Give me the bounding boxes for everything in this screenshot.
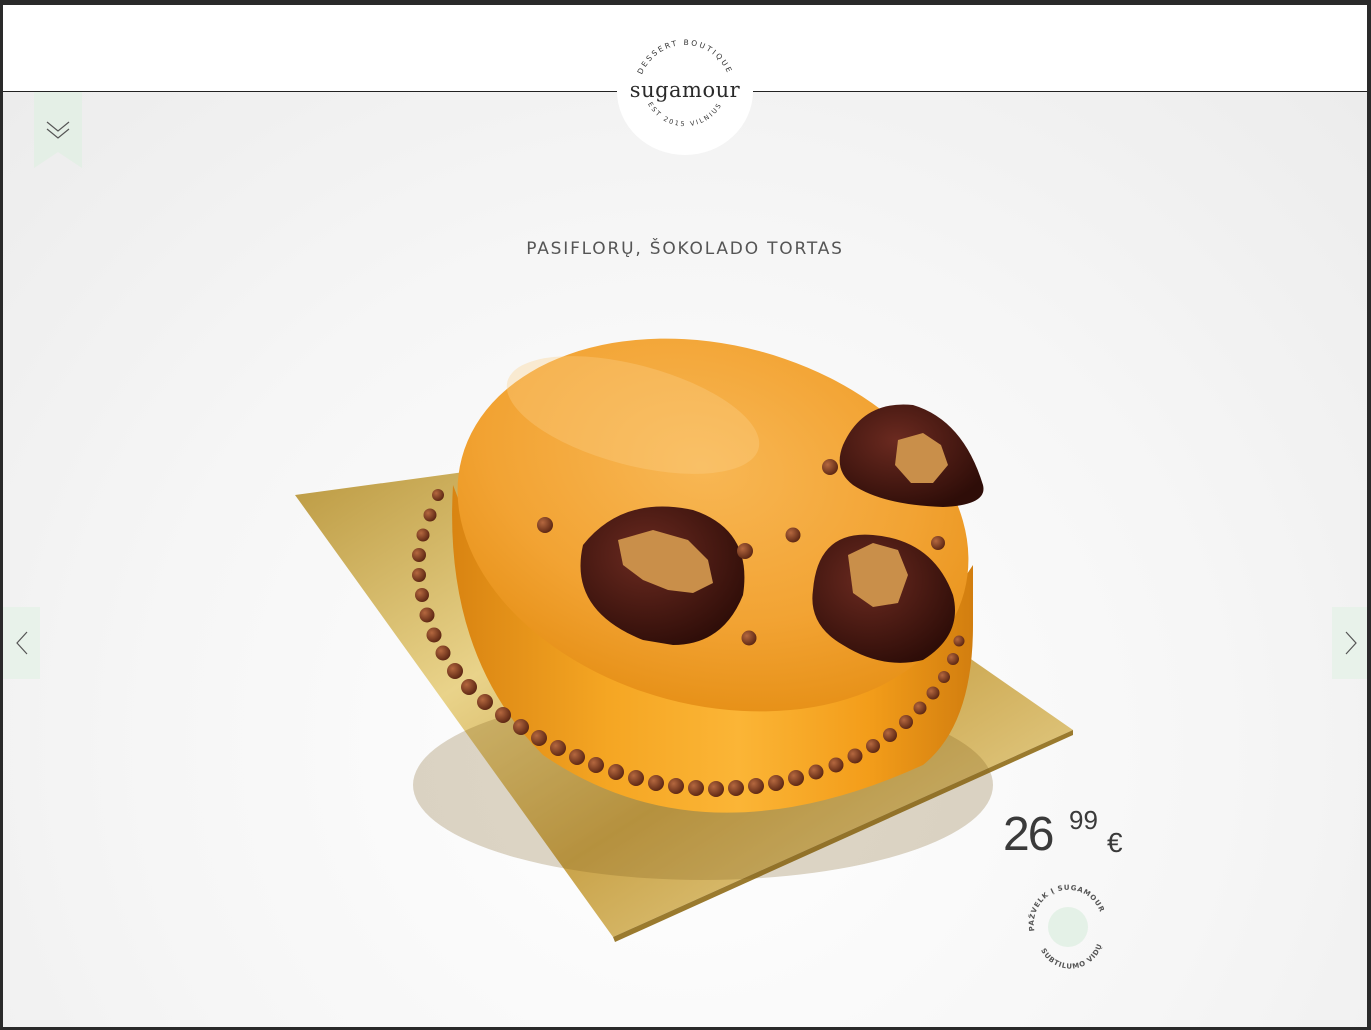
product-title: PASIFLORŲ, ŠOKOLADO TORTAS [526,239,844,259]
price-main: 26 [1003,808,1054,861]
header-divider-right [753,91,1367,92]
previous-slide-button[interactable] [3,607,40,679]
menu-toggle-button[interactable] [34,92,82,168]
peek-badge-graphic: PAŽVELK Į SUGAMOUR SUBTILUMO VIDŲ [1027,884,1105,971]
header-divider-left [3,91,617,92]
chevron-right-icon [1345,631,1357,655]
logo-top-arc-text: DESSERT BOUTIQUE [635,38,732,76]
svg-text:EST 2015 VILNIUS: EST 2015 VILNIUS [646,101,724,129]
site-logo[interactable]: DESSERT BOUTIQUE EST 2015 VILNIUS sugamo… [617,27,753,155]
peek-inside-button[interactable]: PAŽVELK Į SUGAMOUR SUBTILUMO VIDŲ [1023,881,1113,971]
product-image [295,338,1073,942]
logo-bottom-arc-text: EST 2015 VILNIUS [646,101,722,129]
page-frame: DESSERT BOUTIQUE EST 2015 VILNIUS sugamo… [3,5,1367,1027]
price-cents: 99 [1069,805,1098,835]
svg-text:DESSERT BOUTIQUE: DESSERT BOUTIQUE [635,38,734,76]
logo-wordmark: sugamour [629,78,741,102]
double-chevron-down-icon [34,92,82,168]
chevron-left-icon [15,631,27,655]
price-currency: € [1107,827,1123,858]
next-slide-button[interactable] [1332,607,1367,679]
